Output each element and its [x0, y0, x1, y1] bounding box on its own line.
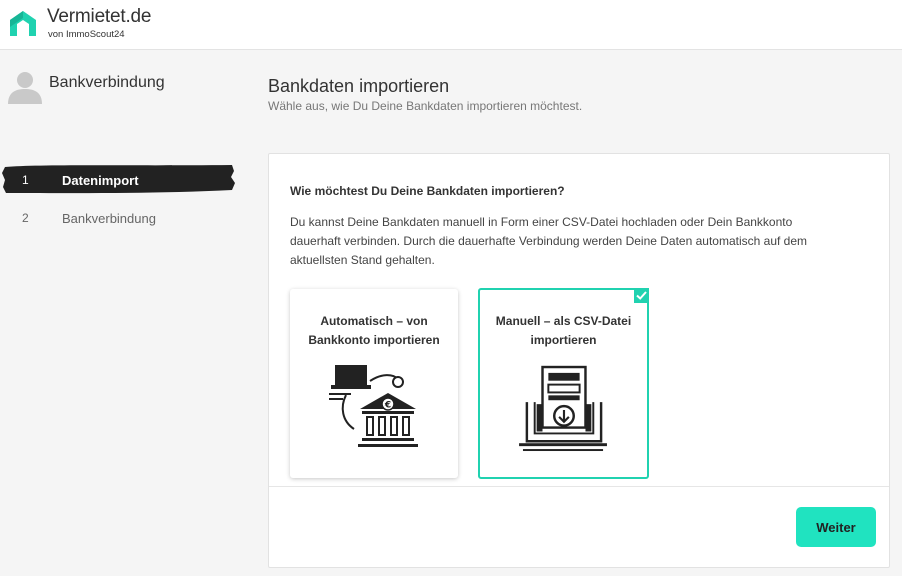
- step-label: Datenimport: [62, 173, 139, 188]
- step-label: Bankverbindung: [62, 211, 156, 226]
- brand-name[interactable]: Vermietet.de: [47, 6, 151, 28]
- sidebar-header: Bankverbindung: [8, 70, 248, 110]
- csv-upload-icon: [519, 365, 607, 452]
- page-title: Bankdaten importieren: [268, 76, 450, 96]
- brand-subtitle: von ImmoScout24: [48, 29, 125, 40]
- top-bar: Vermietet.de von ImmoScout24: [0, 0, 902, 50]
- bank-connection-icon: €: [329, 365, 418, 447]
- import-question: Wie möchtest Du Deine Bankdaten importie…: [290, 184, 565, 198]
- selected-check-icon: [634, 288, 649, 303]
- step-number: 2: [22, 211, 29, 225]
- import-description: Du kannst Deine Bankdaten manuell in For…: [290, 215, 808, 267]
- user-avatar-icon: [8, 72, 42, 104]
- option-label: Automatisch – von Bankkonto importieren: [308, 314, 440, 347]
- svg-text:€: €: [384, 401, 391, 411]
- option-label: Manuell – als CSV-Datei importieren: [495, 314, 632, 347]
- step-navigation: 1 Datenimport 2 Bankverbindung: [0, 163, 240, 237]
- page-subtitle: Wähle aus, wie Du Deine Bankdaten import…: [268, 99, 583, 113]
- step-bankverbindung[interactable]: 2 Bankverbindung: [0, 201, 240, 237]
- option-automatic-import[interactable]: Automatisch – von Bankkonto importieren …: [290, 289, 458, 478]
- import-card: Wie möchtest Du Deine Bankdaten importie…: [268, 153, 890, 568]
- vermietet-logo-icon[interactable]: [8, 8, 38, 38]
- card-divider: [269, 486, 889, 487]
- step-number: 1: [22, 173, 29, 187]
- option-manual-import[interactable]: Manuell – als CSV-Datei importieren: [478, 288, 649, 479]
- sidebar-title: Bankverbindung: [49, 74, 165, 91]
- step-datenimport[interactable]: 1 Datenimport: [0, 163, 240, 199]
- next-button[interactable]: Weiter: [796, 507, 876, 547]
